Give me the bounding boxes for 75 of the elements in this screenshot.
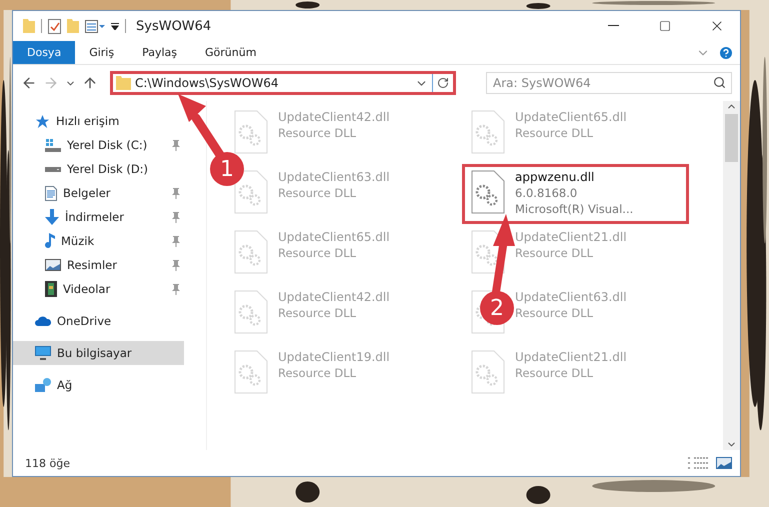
cloud-icon	[35, 316, 51, 326]
address-bar[interactable]: C:\Windows\SysWOW64	[110, 71, 456, 95]
sidebar-item[interactable]: Belgeler	[13, 181, 184, 205]
properties-icon[interactable]	[85, 20, 105, 32]
sidebar-item[interactable]: Hızlı erişim	[13, 109, 184, 133]
computer-icon	[35, 346, 51, 360]
ribbon-tab[interactable]: Görünüm	[191, 41, 270, 64]
file-detail: Resource DLL	[515, 126, 594, 140]
folder-icon	[116, 76, 131, 90]
sidebar-item[interactable]: Bu bilgisayar	[13, 341, 184, 365]
up-button[interactable]	[82, 75, 98, 91]
sidebar-item[interactable]: Videolar	[13, 277, 184, 301]
film-icon	[45, 281, 57, 297]
folder-icon[interactable]	[67, 19, 79, 33]
file-detail: Resource DLL	[278, 186, 358, 200]
window-title: SysWOW64	[136, 18, 212, 34]
scrollbar[interactable]	[723, 101, 740, 450]
details-view-icon[interactable]	[688, 457, 708, 469]
forward-button[interactable]	[43, 75, 59, 91]
refresh-icon	[437, 77, 449, 89]
search-field[interactable]: Ara: SysWOW64	[486, 72, 732, 94]
file-name[interactable]: appwzenu.dll	[515, 170, 634, 184]
dll-file-icon	[471, 170, 505, 214]
music-note-icon	[45, 233, 55, 249]
sidebar-item[interactable]: İndirmeler	[13, 205, 184, 229]
customize-caret-icon[interactable]	[111, 22, 119, 30]
pin-icon[interactable]	[172, 188, 180, 198]
scroll-thumb[interactable]	[725, 114, 738, 162]
dll-file-icon	[234, 230, 268, 274]
dll-file-icon	[234, 170, 268, 214]
drive-icon	[45, 166, 61, 172]
dll-file-icon	[471, 350, 505, 394]
minimize-icon	[608, 25, 618, 27]
search-icon	[713, 76, 726, 89]
maximize-icon	[659, 20, 671, 32]
checklist-icon[interactable]	[48, 18, 61, 34]
sidebar-item[interactable]: OneDrive	[13, 309, 184, 333]
ribbon-tab[interactable]: Paylaş	[128, 41, 191, 64]
ribbon-tab[interactable]: Giriş	[75, 41, 128, 64]
folder-icon	[23, 19, 35, 33]
sidebar-item[interactable]: Yerel Disk (D:)	[13, 157, 184, 181]
pin-icon[interactable]	[172, 284, 180, 294]
download-icon	[45, 209, 59, 225]
dll-file-icon	[234, 290, 268, 334]
file-detail: Resource DLL	[515, 366, 594, 380]
drive-icon	[45, 138, 61, 152]
file-detail: Resource DLL	[515, 246, 594, 260]
pin-icon[interactable]	[172, 140, 180, 150]
help-icon[interactable]	[718, 44, 734, 60]
sidebar-item[interactable]: Yerel Disk (C:)	[13, 133, 184, 157]
pin-icon[interactable]	[172, 212, 180, 222]
document-icon	[45, 186, 57, 200]
item-count: 118 öğe	[25, 456, 71, 470]
sidebar-item[interactable]: Ağ	[13, 373, 184, 397]
file-detail: Resource DLL	[278, 306, 358, 320]
back-button[interactable]	[21, 75, 37, 91]
dll-file-icon	[471, 110, 505, 154]
pin-icon[interactable]	[172, 236, 180, 246]
sidebar-item[interactable]: Müzik	[13, 229, 184, 253]
file-detail: Resource DLL	[515, 306, 594, 320]
sidebar-item[interactable]: Resimler	[13, 253, 184, 277]
dll-file-icon	[234, 110, 268, 154]
file-detail: Resource DLL	[278, 366, 358, 380]
large-icons-view-icon[interactable]	[716, 457, 732, 469]
pin-icon[interactable]	[172, 260, 180, 270]
dll-file-icon	[234, 350, 268, 394]
network-icon	[35, 378, 51, 392]
image-icon	[45, 259, 61, 271]
ribbon-tab[interactable]: Dosya	[13, 41, 76, 64]
file-detail: 6.0.8168.0	[515, 186, 578, 200]
file-tile[interactable]: appwzenu.dll 6.0.8168.0 Microsoft(R) Visual...	[462, 164, 689, 224]
file-detail: Resource DLL	[278, 246, 358, 260]
file-detail: Resource DLL	[278, 126, 358, 140]
file-detail: Microsoft(R) Visual...	[515, 202, 634, 216]
star-icon	[35, 114, 50, 128]
